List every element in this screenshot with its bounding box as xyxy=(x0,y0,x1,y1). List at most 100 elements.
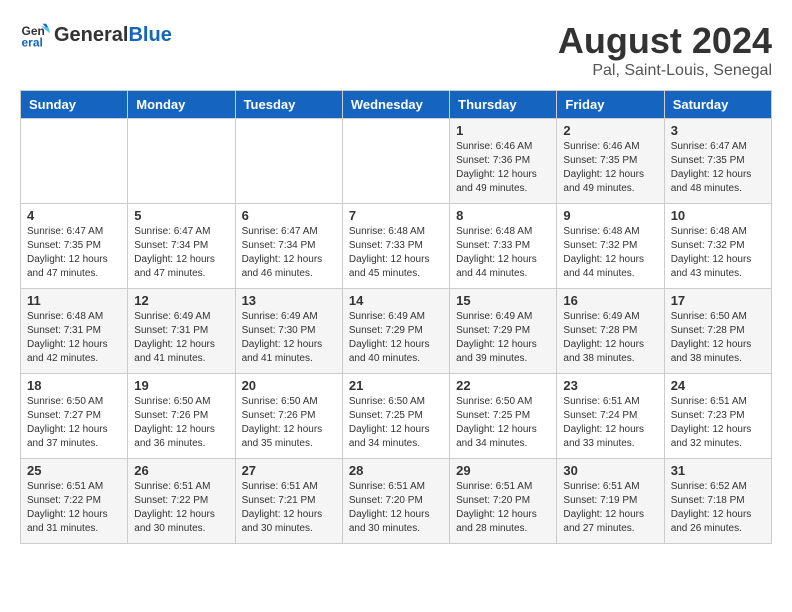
day-number: 13 xyxy=(242,293,336,308)
day-number: 31 xyxy=(671,463,765,478)
calendar-cell-w0d1 xyxy=(128,119,235,204)
calendar-week-3: 18Sunrise: 6:50 AM Sunset: 7:27 PM Dayli… xyxy=(21,374,772,459)
day-number: 11 xyxy=(27,293,121,308)
day-number: 22 xyxy=(456,378,550,393)
header: Gen eral GeneralBlue August 2024 Pal, Sa… xyxy=(20,20,772,80)
logo: Gen eral GeneralBlue xyxy=(20,20,172,50)
day-info: Sunrise: 6:47 AM Sunset: 7:35 PM Dayligh… xyxy=(27,225,121,281)
logo-text-blue: Blue xyxy=(128,24,171,47)
calendar-table: SundayMondayTuesdayWednesdayThursdayFrid… xyxy=(20,90,772,544)
header-friday: Friday xyxy=(557,91,664,119)
calendar-cell-w1d2: 6 Sunrise: 6:47 AM Sunset: 7:34 PM Daylig… xyxy=(235,204,342,289)
calendar-cell-w2d4: 15 Sunrise: 6:49 AM Sunset: 7:29 PM Dayli… xyxy=(450,289,557,374)
calendar-week-1: 4 Sunrise: 6:47 AM Sunset: 7:35 PM Daylig… xyxy=(21,204,772,289)
calendar-cell-w3d2: 20 Sunrise: 6:50 AM Sunset: 7:26 PM Dayli… xyxy=(235,374,342,459)
day-info: Sunrise: 6:51 AM Sunset: 7:20 PM Dayligh… xyxy=(456,480,550,536)
day-number: 30 xyxy=(563,463,657,478)
day-info: Sunrise: 6:48 AM Sunset: 7:33 PM Dayligh… xyxy=(456,225,550,281)
day-number: 26 xyxy=(134,463,228,478)
day-info: Sunrise: 6:46 AM Sunset: 7:36 PM Dayligh… xyxy=(456,140,550,196)
header-sunday: Sunday xyxy=(21,91,128,119)
day-info: Sunrise: 6:50 AM Sunset: 7:26 PM Dayligh… xyxy=(134,395,228,451)
calendar-cell-w1d4: 8 Sunrise: 6:48 AM Sunset: 7:33 PM Daylig… xyxy=(450,204,557,289)
day-number: 1 xyxy=(456,123,550,138)
day-number: 19 xyxy=(134,378,228,393)
calendar-cell-w4d2: 27 Sunrise: 6:51 AM Sunset: 7:21 PM Dayli… xyxy=(235,459,342,544)
calendar-cell-w4d4: 29 Sunrise: 6:51 AM Sunset: 7:20 PM Dayli… xyxy=(450,459,557,544)
day-info: Sunrise: 6:48 AM Sunset: 7:32 PM Dayligh… xyxy=(671,225,765,281)
calendar-cell-w1d0: 4 Sunrise: 6:47 AM Sunset: 7:35 PM Daylig… xyxy=(21,204,128,289)
day-info: Sunrise: 6:51 AM Sunset: 7:21 PM Dayligh… xyxy=(242,480,336,536)
calendar-week-2: 11 Sunrise: 6:48 AM Sunset: 7:31 PM Dayli… xyxy=(21,289,772,374)
day-number: 7 xyxy=(349,208,443,223)
day-number: 18 xyxy=(27,378,121,393)
day-number: 17 xyxy=(671,293,765,308)
header-tuesday: Tuesday xyxy=(235,91,342,119)
day-number: 27 xyxy=(242,463,336,478)
day-number: 14 xyxy=(349,293,443,308)
calendar-cell-w4d6: 31 Sunrise: 6:52 AM Sunset: 7:18 PM Dayli… xyxy=(664,459,771,544)
day-info: Sunrise: 6:50 AM Sunset: 7:25 PM Dayligh… xyxy=(349,395,443,451)
day-number: 3 xyxy=(671,123,765,138)
day-number: 10 xyxy=(671,208,765,223)
calendar-cell-w1d3: 7 Sunrise: 6:48 AM Sunset: 7:33 PM Daylig… xyxy=(342,204,449,289)
day-info: Sunrise: 6:51 AM Sunset: 7:22 PM Dayligh… xyxy=(27,480,121,536)
day-info: Sunrise: 6:49 AM Sunset: 7:31 PM Dayligh… xyxy=(134,310,228,366)
calendar-cell-w0d6: 3 Sunrise: 6:47 AM Sunset: 7:35 PM Daylig… xyxy=(664,119,771,204)
day-info: Sunrise: 6:51 AM Sunset: 7:24 PM Dayligh… xyxy=(563,395,657,451)
day-number: 4 xyxy=(27,208,121,223)
day-info: Sunrise: 6:49 AM Sunset: 7:29 PM Dayligh… xyxy=(349,310,443,366)
calendar-cell-w3d4: 22 Sunrise: 6:50 AM Sunset: 7:25 PM Dayli… xyxy=(450,374,557,459)
location: Pal, Saint-Louis, Senegal xyxy=(558,62,772,80)
header-wednesday: Wednesday xyxy=(342,91,449,119)
day-number: 29 xyxy=(456,463,550,478)
calendar-cell-w0d4: 1 Sunrise: 6:46 AM Sunset: 7:36 PM Daylig… xyxy=(450,119,557,204)
day-number: 6 xyxy=(242,208,336,223)
day-info: Sunrise: 6:51 AM Sunset: 7:20 PM Dayligh… xyxy=(349,480,443,536)
day-info: Sunrise: 6:52 AM Sunset: 7:18 PM Dayligh… xyxy=(671,480,765,536)
day-info: Sunrise: 6:51 AM Sunset: 7:19 PM Dayligh… xyxy=(563,480,657,536)
header-thursday: Thursday xyxy=(450,91,557,119)
day-info: Sunrise: 6:49 AM Sunset: 7:29 PM Dayligh… xyxy=(456,310,550,366)
day-info: Sunrise: 6:48 AM Sunset: 7:33 PM Dayligh… xyxy=(349,225,443,281)
logo-icon: Gen eral xyxy=(20,20,50,50)
calendar-cell-w0d3 xyxy=(342,119,449,204)
day-number: 28 xyxy=(349,463,443,478)
day-number: 15 xyxy=(456,293,550,308)
day-number: 5 xyxy=(134,208,228,223)
day-number: 2 xyxy=(563,123,657,138)
day-number: 9 xyxy=(563,208,657,223)
day-info: Sunrise: 6:51 AM Sunset: 7:22 PM Dayligh… xyxy=(134,480,228,536)
calendar-cell-w4d5: 30 Sunrise: 6:51 AM Sunset: 7:19 PM Dayli… xyxy=(557,459,664,544)
day-info: Sunrise: 6:50 AM Sunset: 7:25 PM Dayligh… xyxy=(456,395,550,451)
calendar-cell-w0d5: 2Sunrise: 6:46 AM Sunset: 7:35 PM Daylig… xyxy=(557,119,664,204)
day-info: Sunrise: 6:50 AM Sunset: 7:26 PM Dayligh… xyxy=(242,395,336,451)
day-info: Sunrise: 6:49 AM Sunset: 7:30 PM Dayligh… xyxy=(242,310,336,366)
svg-text:eral: eral xyxy=(22,35,43,49)
calendar-week-0: 1 Sunrise: 6:46 AM Sunset: 7:36 PM Daylig… xyxy=(21,119,772,204)
calendar-cell-w4d0: 25 Sunrise: 6:51 AM Sunset: 7:22 PM Dayli… xyxy=(21,459,128,544)
header-monday: Monday xyxy=(128,91,235,119)
calendar-week-4: 25 Sunrise: 6:51 AM Sunset: 7:22 PM Dayli… xyxy=(21,459,772,544)
day-number: 16 xyxy=(563,293,657,308)
day-info: Sunrise: 6:47 AM Sunset: 7:34 PM Dayligh… xyxy=(134,225,228,281)
day-info: Sunrise: 6:50 AM Sunset: 7:28 PM Dayligh… xyxy=(671,310,765,366)
calendar-cell-w3d6: 24Sunrise: 6:51 AM Sunset: 7:23 PM Dayli… xyxy=(664,374,771,459)
day-number: 20 xyxy=(242,378,336,393)
calendar-cell-w1d6: 10 Sunrise: 6:48 AM Sunset: 7:32 PM Dayli… xyxy=(664,204,771,289)
calendar-cell-w2d6: 17 Sunrise: 6:50 AM Sunset: 7:28 PM Dayli… xyxy=(664,289,771,374)
calendar-cell-w2d0: 11 Sunrise: 6:48 AM Sunset: 7:31 PM Dayli… xyxy=(21,289,128,374)
calendar-cell-w4d3: 28 Sunrise: 6:51 AM Sunset: 7:20 PM Dayli… xyxy=(342,459,449,544)
day-number: 8 xyxy=(456,208,550,223)
header-saturday: Saturday xyxy=(664,91,771,119)
calendar-header-row: SundayMondayTuesdayWednesdayThursdayFrid… xyxy=(21,91,772,119)
calendar-cell-w3d1: 19 Sunrise: 6:50 AM Sunset: 7:26 PM Dayli… xyxy=(128,374,235,459)
calendar-cell-w1d1: 5 Sunrise: 6:47 AM Sunset: 7:34 PM Daylig… xyxy=(128,204,235,289)
day-number: 21 xyxy=(349,378,443,393)
day-info: Sunrise: 6:47 AM Sunset: 7:34 PM Dayligh… xyxy=(242,225,336,281)
day-info: Sunrise: 6:48 AM Sunset: 7:31 PM Dayligh… xyxy=(27,310,121,366)
calendar-cell-w2d2: 13 Sunrise: 6:49 AM Sunset: 7:30 PM Dayli… xyxy=(235,289,342,374)
calendar-cell-w0d2 xyxy=(235,119,342,204)
day-number: 25 xyxy=(27,463,121,478)
day-info: Sunrise: 6:47 AM Sunset: 7:35 PM Dayligh… xyxy=(671,140,765,196)
